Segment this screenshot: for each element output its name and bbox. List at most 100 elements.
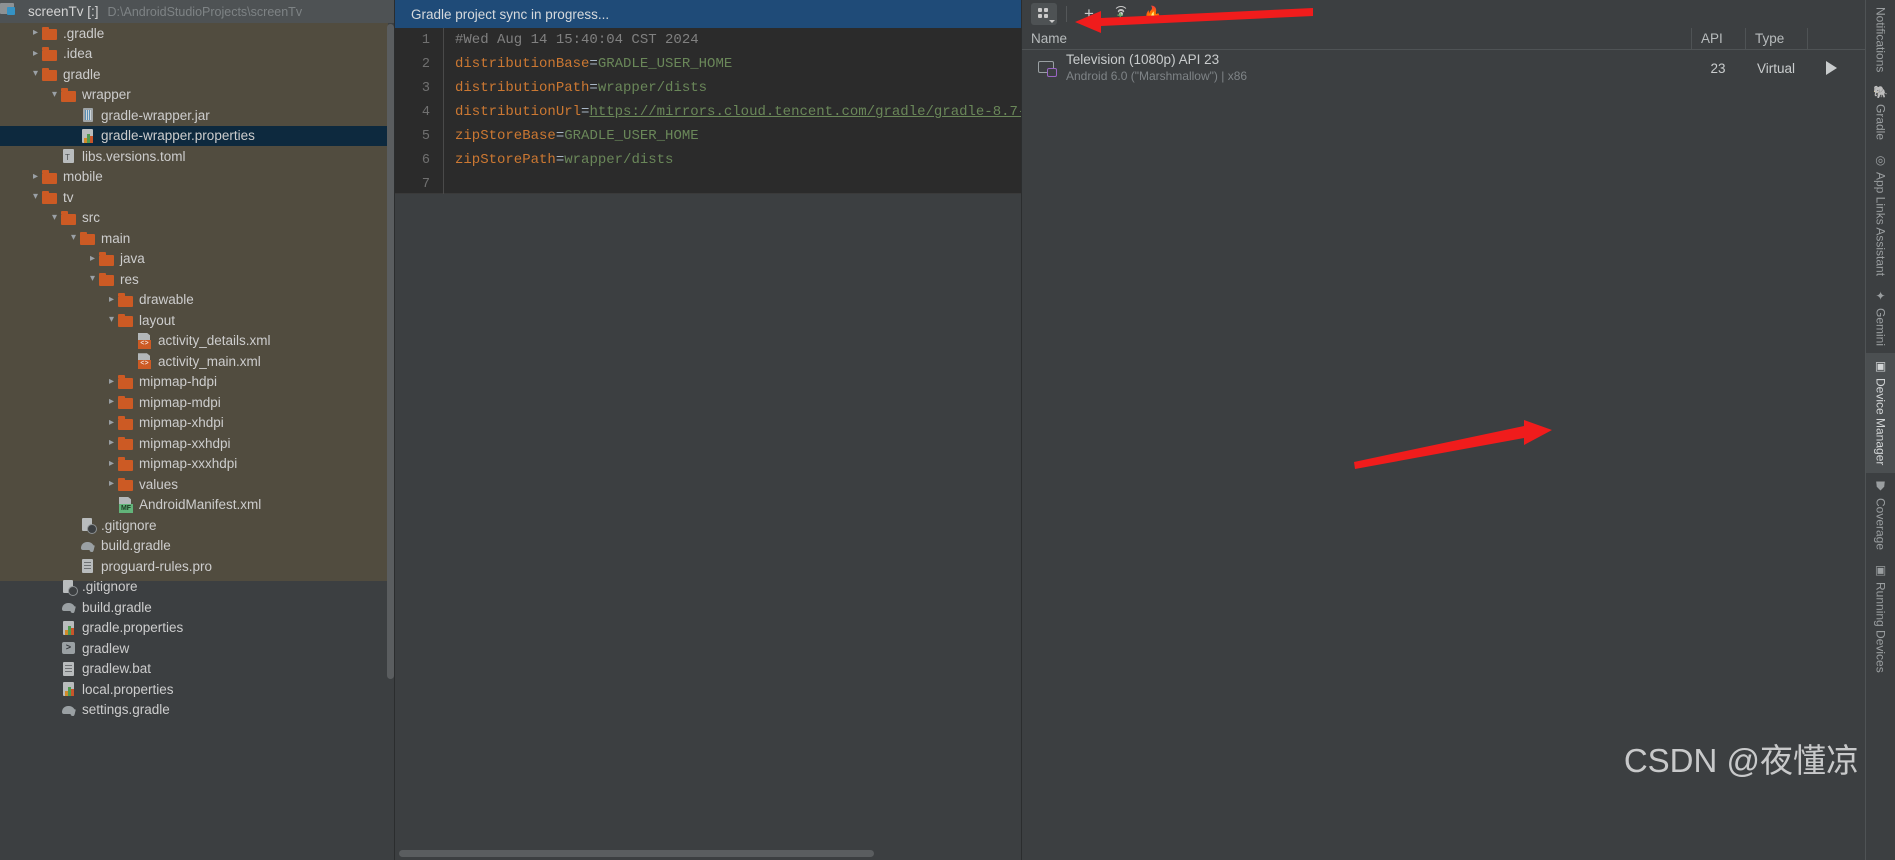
property-value: GRADLE_USER_HOME: [597, 56, 733, 72]
tree-item[interactable]: ▸ mipmap-xhdpi: [0, 413, 395, 434]
add-device-button[interactable]: +: [1076, 3, 1102, 25]
tree-item[interactable]: ▸gradle-wrapper.properties: [0, 125, 395, 146]
code-editor[interactable]: 1 #Wed Aug 14 15:40:04 CST 2024 2 distribut…: [395, 28, 1022, 196]
flame-icon: 🔥: [1143, 5, 1163, 23]
chevron-down-icon[interactable]: ▾: [29, 69, 42, 79]
tree-item-label: build.gradle: [101, 538, 171, 553]
tree-item[interactable]: ▾ gradle: [0, 64, 395, 85]
tree-item-label: mipmap-xhdpi: [139, 415, 224, 430]
gutter-separator: [443, 172, 455, 196]
chevron-right-icon[interactable]: ▸: [105, 479, 118, 489]
line-number: 5: [421, 128, 430, 144]
tree-item[interactable]: ▸proguard-rules.pro: [0, 556, 395, 577]
code-line[interactable]: 7: [395, 172, 1022, 196]
chevron-right-icon[interactable]: ▸: [105, 438, 118, 448]
tree-item[interactable]: ▸gradle-wrapper.jar: [0, 105, 395, 126]
play-icon[interactable]: [1825, 61, 1837, 75]
tree-item[interactable]: ▾ main: [0, 228, 395, 249]
tool-window-button-device-manager[interactable]: ▣ Device Manager: [1866, 353, 1895, 473]
gutter-separator: [443, 28, 455, 52]
chevron-right-icon[interactable]: ▸: [105, 458, 118, 469]
tree-item[interactable]: ▸ drawable: [0, 290, 395, 311]
property-url-value[interactable]: https://mirrors.cloud.tencent.com/gradle…: [589, 104, 1022, 120]
tree-item[interactable]: ▸settings.gradle: [0, 700, 395, 721]
chevron-right-icon[interactable]: ▸: [105, 417, 118, 428]
toolbar-separator: [1066, 6, 1067, 22]
tool-window-button-coverage[interactable]: ⛊ Coverage: [1866, 473, 1895, 557]
chevron-down-icon[interactable]: ▾: [48, 89, 61, 100]
tree-item[interactable]: ▸build.gradle: [0, 597, 395, 618]
tree-item[interactable]: ▾ src: [0, 208, 395, 229]
chevron-down-icon[interactable]: ▾: [48, 212, 61, 223]
tool-window-button-gradle[interactable]: 🐘 Gradle: [1866, 79, 1895, 147]
tree-item[interactable]: ▸ .idea: [0, 44, 395, 65]
chevron-right-icon[interactable]: ▸: [86, 253, 99, 264]
chevron-right-icon[interactable]: ▸: [105, 397, 118, 407]
chevron-right-icon[interactable]: ▸: [29, 171, 42, 182]
chevron-down-icon[interactable]: ▾: [67, 233, 80, 243]
column-header-name[interactable]: Name: [1022, 28, 1691, 50]
chevron-right-icon[interactable]: ▸: [29, 28, 42, 38]
chevron-down-icon[interactable]: ▾: [86, 274, 99, 284]
tool-window-button-gemini[interactable]: ✦ Gemini: [1866, 283, 1895, 353]
code-line[interactable]: 2 distributionBase=GRADLE_USER_HOME: [395, 52, 1022, 76]
tree-item[interactable]: ▸ mobile: [0, 167, 395, 188]
tree-item[interactable]: ▾ wrapper: [0, 85, 395, 106]
tree-item[interactable]: ▸ mipmap-hdpi: [0, 372, 395, 393]
code-line[interactable]: 3 distributionPath=wrapper/dists: [395, 76, 1022, 100]
device-layout-button[interactable]: [1031, 3, 1057, 25]
chevron-down-icon[interactable]: ▾: [105, 315, 118, 325]
tree-item-label: gradle.properties: [82, 620, 184, 635]
tree-item[interactable]: ▸activity_details.xml: [0, 331, 395, 352]
tool-window-button-app-links-assistant[interactable]: ◎ App Links Assistant: [1866, 147, 1895, 283]
project-tool-window: ▾ screenTv [:] D:\AndroidStudioProjects\…: [0, 0, 395, 860]
project-root-label: screenTv [:]: [28, 4, 99, 19]
column-header-type[interactable]: Type: [1745, 27, 1807, 50]
project-tree-scrollbar[interactable]: [387, 24, 394, 679]
tree-item[interactable]: ▸gradlew: [0, 638, 395, 659]
tree-item[interactable]: ▾ layout: [0, 310, 395, 331]
tree-item[interactable]: ▸ .gradle: [0, 23, 395, 44]
tree-item[interactable]: ▾ res: [0, 269, 395, 290]
tree-item-label: src: [82, 210, 100, 225]
tree-item[interactable]: ▸ mipmap-xxhdpi: [0, 433, 395, 454]
tree-item[interactable]: ▸AndroidManifest.xml: [0, 495, 395, 516]
project-root-row[interactable]: ▾ screenTv [:] D:\AndroidStudioProjects\…: [0, 0, 395, 23]
tree-item[interactable]: ▸ java: [0, 249, 395, 270]
device-manager-panel: + + 🔥 Name API Type Television (1080p) A…: [1022, 0, 1895, 860]
column-header-api[interactable]: API: [1691, 27, 1745, 50]
tree-item[interactable]: ▸ mipmap-mdpi: [0, 392, 395, 413]
code-line[interactable]: 1 #Wed Aug 14 15:40:04 CST 2024: [395, 28, 1022, 52]
tree-item[interactable]: ▸.gitignore: [0, 577, 395, 598]
folder-icon: [118, 435, 134, 451]
code-line[interactable]: 6 zipStorePath=wrapper/dists: [395, 148, 1022, 172]
chevron-down-icon[interactable]: ▾: [29, 192, 42, 202]
tree-item[interactable]: ▸ values: [0, 474, 395, 495]
editor-horizontal-scrollbar[interactable]: [399, 850, 874, 857]
tree-item[interactable]: ▸ mipmap-xxxhdpi: [0, 454, 395, 475]
firebase-button[interactable]: 🔥: [1140, 3, 1166, 25]
tool-window-button-running-devices[interactable]: ▣ Running Devices: [1866, 557, 1895, 680]
tree-item[interactable]: ▸gradlew.bat: [0, 659, 395, 680]
device-name: Television (1080p) API 23: [1066, 52, 1220, 68]
chevron-right-icon[interactable]: ▸: [105, 294, 118, 305]
folder-icon: [42, 169, 58, 185]
chevron-right-icon[interactable]: ▸: [105, 376, 118, 387]
pair-wifi-button[interactable]: +: [1108, 3, 1134, 25]
tree-item[interactable]: ▸build.gradle: [0, 536, 395, 557]
code-line[interactable]: 5 zipStoreBase=GRADLE_USER_HOME: [395, 124, 1022, 148]
tree-item-label: mobile: [63, 169, 103, 184]
device-row[interactable]: Television (1080p) API 23 Android 6.0 ("M…: [1022, 50, 1895, 86]
tree-item[interactable]: ▸gradle.properties: [0, 618, 395, 639]
tree-item[interactable]: ▸libs.versions.toml: [0, 146, 395, 167]
tree-item[interactable]: ▾ tv: [0, 187, 395, 208]
properties-file-icon: [61, 681, 77, 697]
code-line[interactable]: 4 distributionUrl=https://mirrors.cloud.t…: [395, 100, 1022, 124]
chevron-right-icon[interactable]: ▸: [29, 48, 42, 59]
tool-window-label: Coverage: [1873, 497, 1888, 550]
code-text: distributionBase=GRADLE_USER_HOME: [455, 56, 732, 72]
tool-window-button-notifications[interactable]: Notifications: [1866, 0, 1895, 79]
tree-item[interactable]: ▸activity_main.xml: [0, 351, 395, 372]
tree-item[interactable]: ▸local.properties: [0, 679, 395, 700]
tree-item[interactable]: ▸.gitignore: [0, 515, 395, 536]
